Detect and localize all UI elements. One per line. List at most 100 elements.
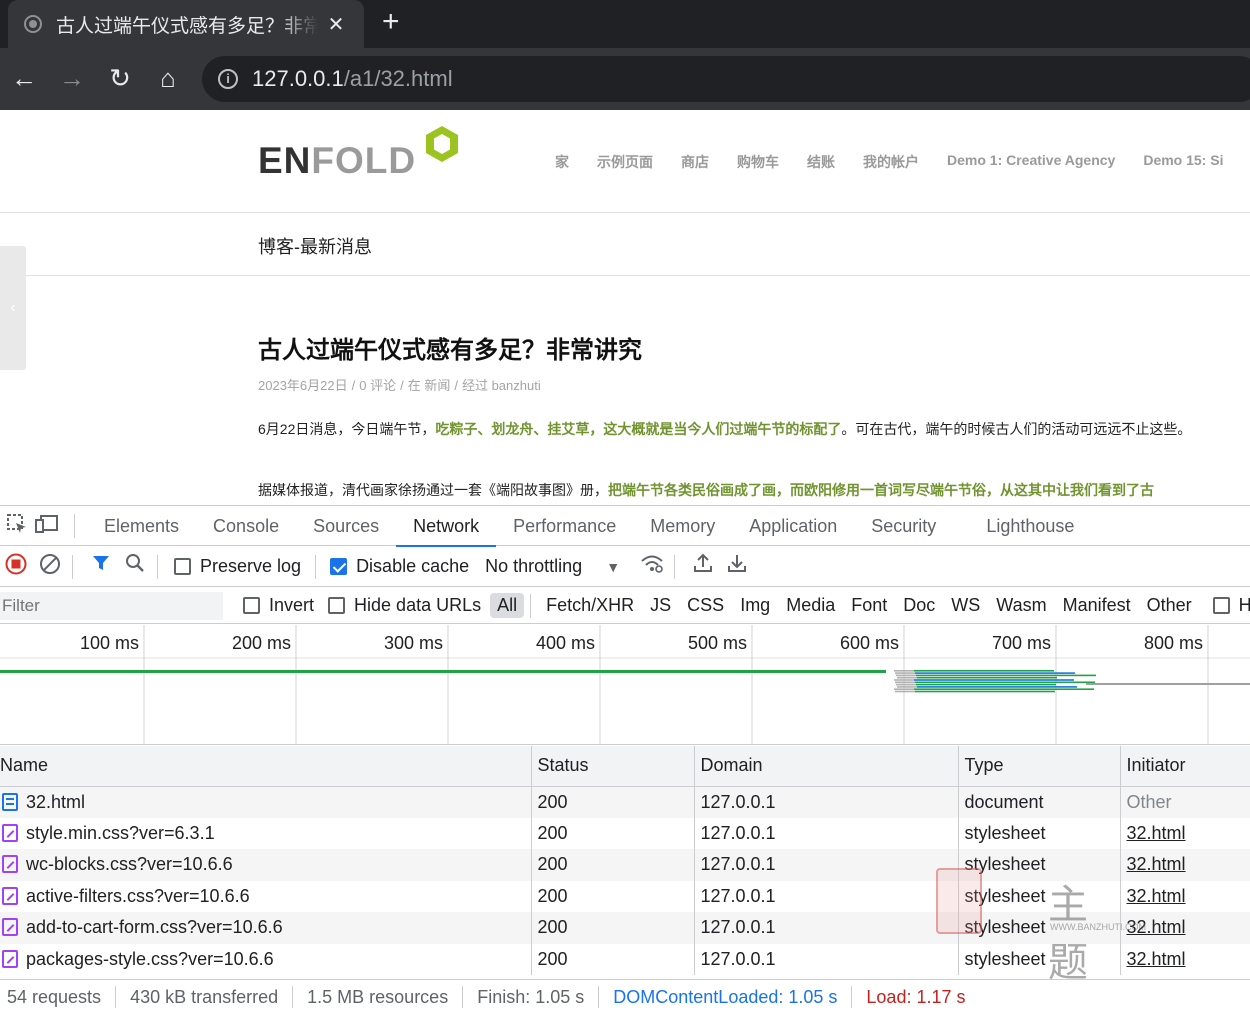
filter-type-img[interactable]: Img [733, 593, 777, 618]
timeline-resource-bar [914, 679, 1074, 681]
filter-type-css[interactable]: CSS [680, 593, 731, 618]
device-toolbar-icon[interactable] [34, 513, 60, 539]
nav-item[interactable]: 示例页面 [597, 152, 653, 172]
timeline-tick-label: 800 ms [1144, 633, 1203, 653]
hide-data-urls-checkbox[interactable]: Hide data URLs [328, 595, 481, 616]
disable-cache-checkbox[interactable]: Disable cache [330, 556, 469, 577]
filter-icon[interactable] [87, 553, 115, 581]
request-count: 54 requests [0, 985, 117, 1008]
nav-item[interactable]: Demo 15: Si [1143, 152, 1223, 172]
title-bar: 博客-最新消息 [0, 213, 1250, 276]
network-conditions-icon[interactable] [638, 553, 666, 581]
address-bar[interactable]: i 127.0.0.1/a1/32.html [202, 56, 1250, 102]
nav-item[interactable]: 购物车 [737, 152, 779, 172]
forward-arrow-icon[interactable]: → [54, 60, 90, 96]
tab-lighthouse[interactable]: Lighthouse [969, 506, 1091, 546]
tab-memory[interactable]: Memory [633, 506, 732, 546]
initiator-link[interactable]: 32.html [1127, 823, 1186, 843]
request-name-cell[interactable]: style.min.css?ver=6.3.1 [0, 817, 532, 849]
tab-performance[interactable]: Performance [496, 506, 633, 546]
network-overview-timeline[interactable]: 100 ms 200 ms 300 ms 400 ms 500 ms 600 ms 700 … [0, 625, 1250, 745]
request-name-cell[interactable]: add-to-cart-form.css?ver=10.6.6 [0, 912, 532, 944]
tab-network[interactable]: Network [396, 506, 497, 547]
chevron-left-icon: ‹ [10, 299, 16, 316]
export-har-icon[interactable] [723, 553, 751, 581]
filter-type-wasm[interactable]: Wasm [989, 593, 1053, 618]
chevron-down-icon[interactable]: ▼ [606, 559, 620, 575]
throttling-select[interactable]: No throttling [485, 556, 582, 577]
column-header-name[interactable]: Name [0, 746, 532, 787]
tab-application[interactable]: Application [732, 506, 854, 546]
tab-elements[interactable]: Elements [87, 506, 196, 546]
request-name-cell[interactable]: wc-blocks.css?ver=10.6.6 [0, 849, 532, 881]
column-header-type[interactable]: Type [958, 746, 1121, 787]
has-blocked-box[interactable] [1212, 597, 1230, 614]
nav-item[interactable]: Demo 1: Creative Agency [947, 152, 1115, 172]
new-tab-button[interactable]: + [382, 4, 400, 40]
has-blocked-cookies-checkbox[interactable]: Has [1212, 595, 1250, 616]
stylesheet-icon [2, 886, 18, 905]
request-name[interactable]: style.min.css?ver=6.3.1 [26, 823, 215, 843]
preserve-log-box[interactable] [174, 558, 191, 575]
column-header-domain[interactable]: Domain [694, 746, 959, 787]
post-paragraph-1: 6月22日消息，今日端午节，吃粽子、划龙舟、挂艾草，这大概就是当今人们过端午节的… [258, 417, 1198, 441]
request-name-cell[interactable]: 32.html [0, 786, 532, 818]
request-name[interactable]: 32.html [26, 792, 85, 812]
table-row[interactable]: 32.html 200 127.0.0.1 document Other [0, 786, 1250, 818]
disable-cache-box[interactable] [330, 558, 348, 575]
filter-type-font[interactable]: Font [844, 593, 894, 618]
has-blocked-label: Has [1238, 595, 1250, 615]
filter-type-js[interactable]: JS [643, 593, 678, 618]
divider [674, 554, 676, 579]
meta-item[interactable]: 0 评论 [359, 378, 396, 393]
filter-type-other[interactable]: Other [1140, 593, 1199, 618]
request-name[interactable]: packages-style.css?ver=10.6.6 [26, 949, 274, 969]
close-tab-icon[interactable]: ✕ [324, 12, 348, 37]
nav-item[interactable]: 商店 [681, 152, 709, 172]
reload-icon[interactable]: ↻ [102, 60, 138, 96]
tab-security[interactable]: Security [854, 506, 953, 546]
timeline-tail-bar [1086, 683, 1250, 685]
invert-checkbox[interactable]: Invert [243, 595, 314, 616]
meta-item[interactable]: 在 新闻 [408, 378, 451, 393]
meta-item[interactable]: 经过 banzhuti [462, 378, 541, 393]
site-logo[interactable]: ENFOLD [258, 124, 468, 184]
request-name[interactable]: active-filters.css?ver=10.6.6 [26, 886, 250, 906]
filter-type-ws[interactable]: WS [944, 593, 987, 618]
site-info-icon[interactable]: i [218, 69, 238, 89]
nav-item[interactable]: 家 [555, 152, 569, 172]
clear-icon[interactable] [36, 553, 64, 581]
nav-item[interactable]: 结账 [807, 152, 835, 172]
invert-box[interactable] [243, 597, 260, 614]
column-header-status[interactable]: Status [531, 746, 695, 787]
column-header-initiator[interactable]: Initiator [1120, 746, 1250, 787]
filter-type-fetchxhr[interactable]: Fetch/XHR [539, 593, 641, 618]
filter-type-all[interactable]: All [490, 593, 525, 618]
post-title[interactable]: 古人过端午仪式感有多足？非常讲究 [258, 330, 642, 365]
request-name[interactable]: wc-blocks.css?ver=10.6.6 [26, 854, 233, 874]
import-har-icon[interactable] [689, 553, 717, 581]
filter-type-doc[interactable]: Doc [896, 593, 942, 618]
preserve-log-checkbox[interactable]: Preserve log [174, 556, 301, 577]
tab-sources[interactable]: Sources [296, 506, 396, 546]
page-title: 博客-最新消息 [258, 237, 372, 257]
home-icon[interactable]: ⌂ [150, 60, 186, 96]
table-row[interactable]: style.min.css?ver=6.3.1 200 127.0.0.1 style… [0, 817, 1250, 849]
nav-item[interactable]: 我的帐户 [863, 152, 919, 172]
filter-type-manifest[interactable]: Manifest [1056, 593, 1138, 618]
filter-input[interactable] [0, 591, 223, 620]
filter-type-media[interactable]: Media [779, 593, 842, 618]
search-icon[interactable] [121, 553, 149, 581]
request-name-cell[interactable]: packages-style.css?ver=10.6.6 [0, 943, 532, 975]
browser-tab[interactable]: 古人过端午仪式感有多足？非常讲 ✕ [8, 0, 364, 48]
hide-data-urls-box[interactable] [328, 597, 346, 614]
timeline-resource-bar [917, 676, 1057, 679]
request-name-cell[interactable]: active-filters.css?ver=10.6.6 [0, 880, 532, 912]
side-slide-tab[interactable]: ‹ [0, 246, 26, 370]
request-name[interactable]: add-to-cart-form.css?ver=10.6.6 [26, 917, 283, 937]
stop-recording-icon[interactable] [2, 553, 30, 581]
timeline-waiting-bar [895, 690, 915, 693]
inspect-element-icon[interactable] [4, 513, 30, 539]
tab-console[interactable]: Console [196, 506, 296, 546]
back-arrow-icon[interactable]: ← [6, 60, 42, 96]
